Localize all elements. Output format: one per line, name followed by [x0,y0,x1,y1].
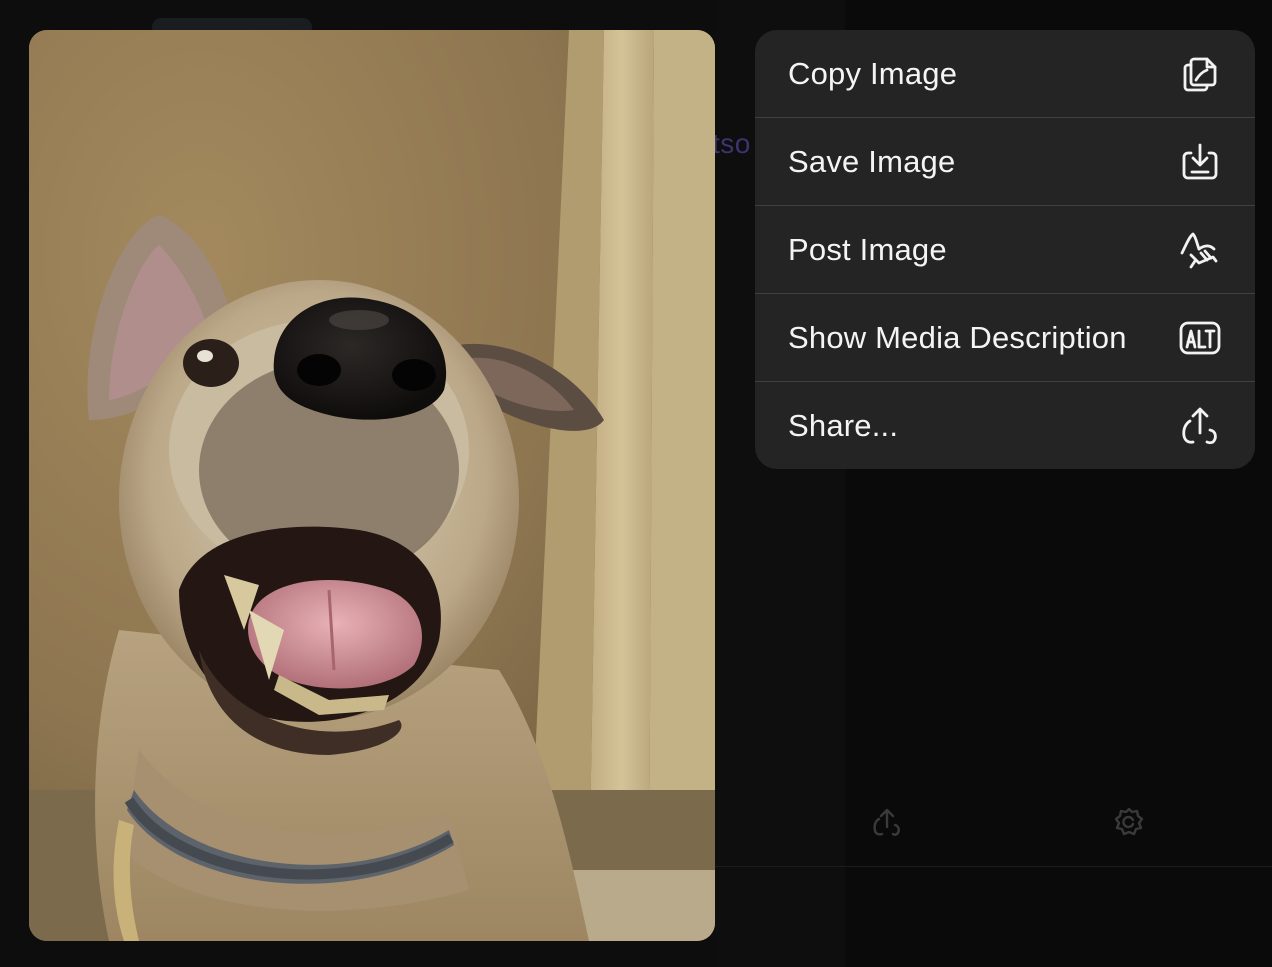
menu-item-show-media-description[interactable]: Show Media Description [755,294,1255,382]
menu-item-copy-image[interactable]: Copy Image [755,30,1255,118]
background-link-text: tso [712,128,751,159]
alt-text-icon [1177,315,1223,361]
copy-image-icon [1177,51,1223,97]
menu-item-label: Share... [788,407,899,443]
post-image-icon [1177,227,1223,273]
screen: tso Copy Image Save Image Post Image Sho… [0,0,1272,967]
dog-photo[interactable] [29,30,715,941]
save-image-icon [1177,139,1223,185]
menu-item-label: Copy Image [788,55,958,91]
menu-item-label: Show Media Description [788,319,1127,355]
menu-item-save-image[interactable]: Save Image [755,118,1255,206]
menu-item-label: Save Image [788,143,956,179]
image-context-menu: Copy Image Save Image Post Image Show Me… [755,30,1255,469]
background-divider [715,866,1272,867]
share-icon [1177,403,1223,449]
menu-item-label: Post Image [788,231,947,267]
background-settings-icon[interactable] [1112,805,1146,839]
menu-item-share[interactable]: Share... [755,382,1255,469]
menu-item-post-image[interactable]: Post Image [755,206,1255,294]
background-share-icon[interactable] [870,805,904,839]
